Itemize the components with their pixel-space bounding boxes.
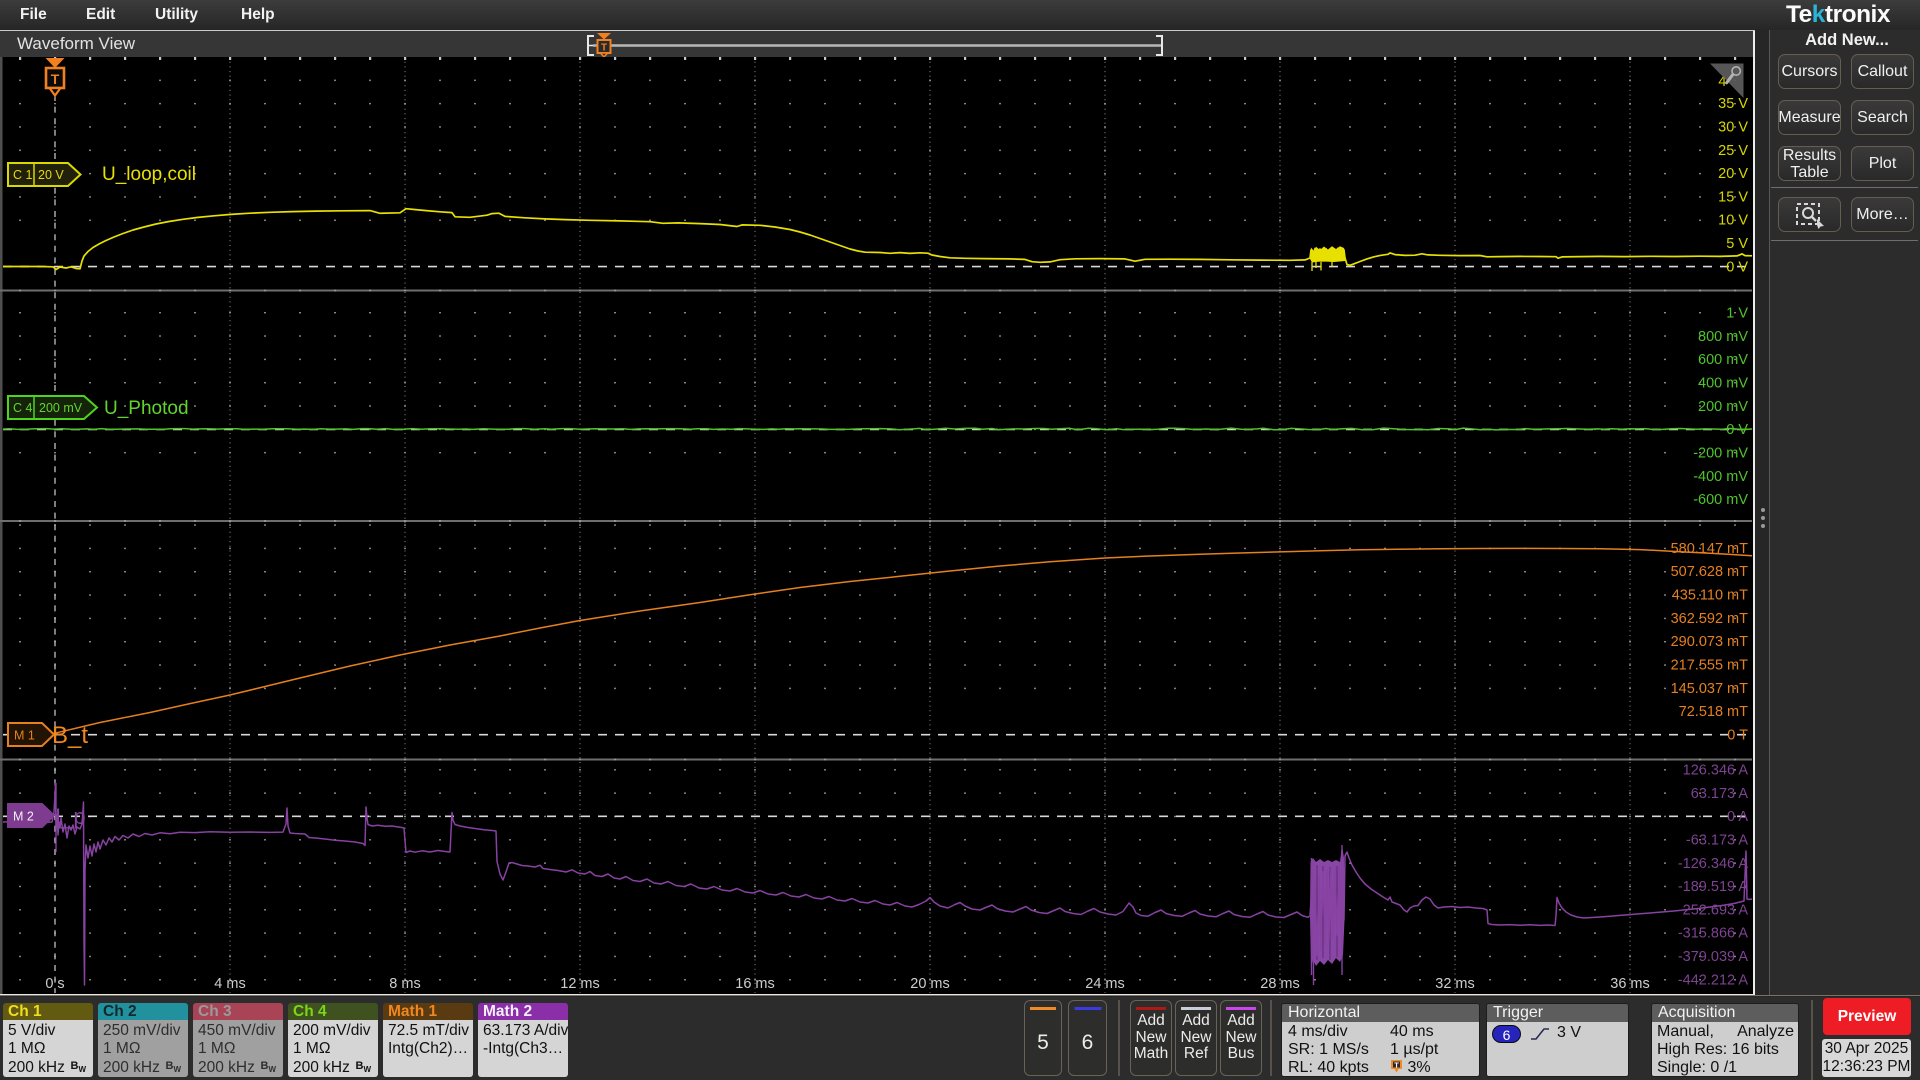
svg-text:800 mV: 800 mV [1698, 329, 1748, 345]
svg-text:435.110 mT: 435.110 mT [1672, 588, 1748, 604]
svg-text:290.073 mT: 290.073 mT [1671, 634, 1749, 650]
svg-text:15 V: 15 V [1718, 189, 1748, 205]
svg-text:-63.173 A: -63.173 A [1686, 832, 1748, 848]
svg-text:30 V: 30 V [1718, 119, 1748, 135]
svg-text:-189.519 A: -189.519 A [1678, 879, 1748, 895]
svg-text:400 mV: 400 mV [1698, 376, 1748, 392]
svg-text:507.628 mT: 507.628 mT [1671, 564, 1749, 580]
svg-text:M 1: M 1 [14, 729, 35, 743]
svg-text:16 ms: 16 ms [735, 976, 775, 992]
svg-text:1 V: 1 V [1726, 306, 1748, 322]
svg-text:I_p: I_p [55, 804, 86, 829]
svg-text:35 V: 35 V [1718, 96, 1748, 112]
svg-text:-600 mV: -600 mV [1693, 492, 1748, 508]
svg-text:10 V: 10 V [1718, 213, 1748, 229]
svg-text:-252.693 A: -252.693 A [1678, 902, 1748, 918]
svg-text:25 V: 25 V [1718, 143, 1748, 159]
svg-text:36 ms: 36 ms [1610, 976, 1650, 992]
svg-text:C 1: C 1 [13, 168, 33, 182]
svg-text:0 T: 0 T [1727, 728, 1748, 744]
svg-text:C 4: C 4 [13, 401, 33, 415]
svg-text:28 ms: 28 ms [1260, 976, 1300, 992]
svg-text:4 ms: 4 ms [214, 976, 245, 992]
svg-text:145.037 mT: 145.037 mT [1671, 681, 1749, 697]
svg-text:U_loop,coil: U_loop,coil [102, 164, 196, 185]
svg-text:0 V: 0 V [1726, 422, 1748, 438]
svg-text:-442.212 A: -442.212 A [1678, 972, 1748, 988]
svg-text:200 mV: 200 mV [39, 401, 83, 415]
svg-text:0 V: 0 V [1726, 259, 1748, 275]
svg-text:32 ms: 32 ms [1435, 976, 1475, 992]
svg-text:T: T [51, 71, 60, 87]
svg-text:8 ms: 8 ms [389, 976, 420, 992]
svg-text:580.147 mT: 580.147 mT [1671, 541, 1749, 557]
svg-text:T: T [601, 43, 607, 54]
svg-text:5 V: 5 V [1726, 236, 1748, 252]
svg-text:63.173 A: 63.173 A [1691, 786, 1749, 802]
svg-text:U_Photod: U_Photod [104, 398, 189, 419]
svg-text:20 ms: 20 ms [910, 976, 950, 992]
svg-text:20 V: 20 V [1718, 166, 1748, 182]
svg-text:20 V: 20 V [38, 168, 64, 182]
svg-text:-126.346 A: -126.346 A [1678, 856, 1748, 872]
svg-text:24 ms: 24 ms [1085, 976, 1125, 992]
svg-text:-400 mV: -400 mV [1693, 469, 1748, 485]
svg-text:B_t: B_t [52, 722, 88, 749]
svg-text:217.555 mT: 217.555 mT [1671, 658, 1749, 674]
svg-text:-315.866 A: -315.866 A [1678, 926, 1748, 942]
svg-text:12 ms: 12 ms [560, 976, 600, 992]
svg-text:600 mV: 600 mV [1698, 352, 1748, 368]
svg-text:-379.039 A: -379.039 A [1678, 949, 1748, 965]
svg-text:362.592 mT: 362.592 mT [1671, 611, 1749, 627]
svg-text:-200 mV: -200 mV [1693, 446, 1748, 462]
svg-text:T: T [1394, 1060, 1399, 1069]
svg-text:72.518 mT: 72.518 mT [1679, 704, 1748, 720]
svg-text:0 s: 0 s [45, 976, 64, 992]
svg-text:200 mV: 200 mV [1698, 399, 1748, 415]
svg-text:126.346 A: 126.346 A [1683, 762, 1749, 778]
svg-text:0 A: 0 A [1727, 809, 1748, 825]
svg-text:M 2: M 2 [13, 810, 34, 824]
